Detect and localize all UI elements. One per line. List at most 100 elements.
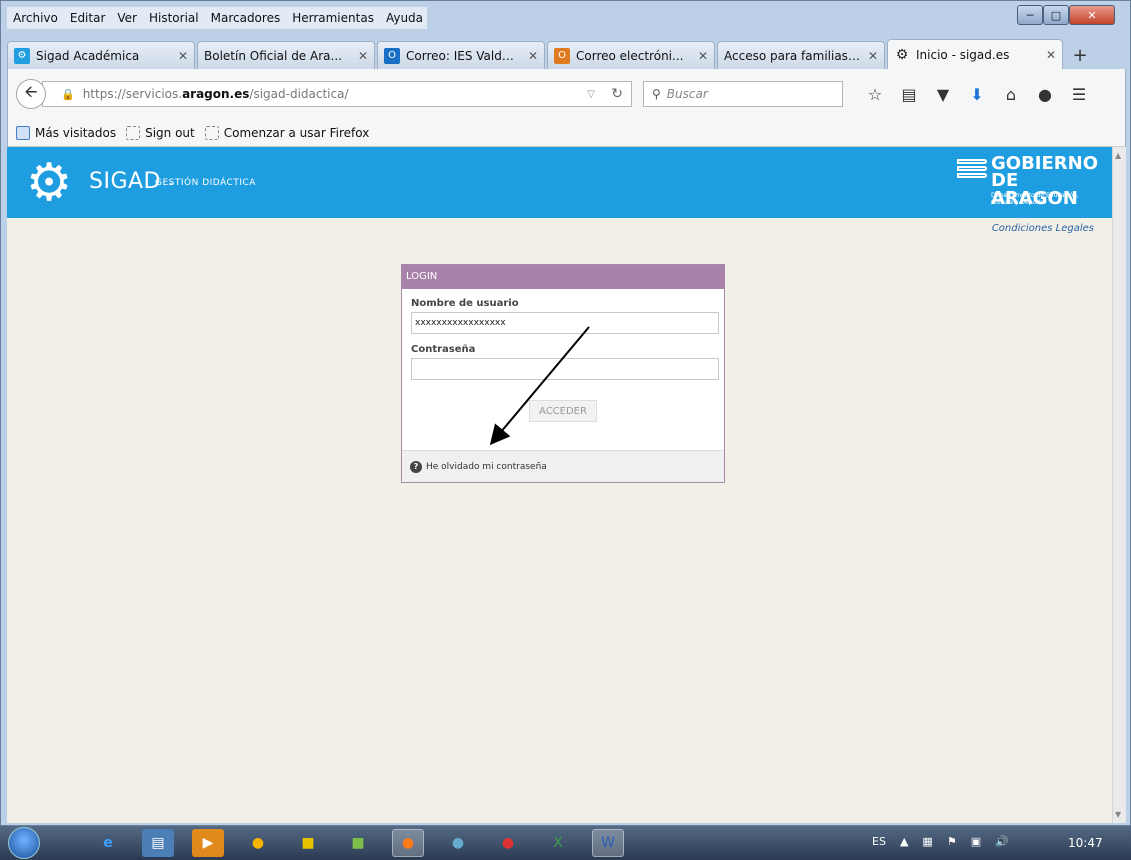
scroll-down-icon[interactable]: ▼ xyxy=(1115,810,1121,819)
menu-historial[interactable]: Historial xyxy=(143,11,205,25)
tab-boletin-oficial[interactable]: Boletín Oficial de Ara... ✕ xyxy=(197,41,375,69)
aragon-stripes-icon xyxy=(957,159,987,187)
url-bar[interactable]: 🔒 https://servicios. aragon.es/sigad-dida… xyxy=(42,81,632,107)
bookmark-folder-icon xyxy=(16,125,30,140)
close-tab-icon[interactable]: ✕ xyxy=(698,49,708,63)
sigad-logo-gear-icon: ⚙ xyxy=(25,153,73,213)
language-indicator[interactable]: ES xyxy=(872,835,886,848)
tab-label: Acceso para familias ... xyxy=(724,48,860,63)
tab-label: Correo electróni... xyxy=(576,48,684,63)
app2-icon[interactable]: ■ xyxy=(342,829,374,857)
network-icon[interactable]: ▣ xyxy=(971,835,981,848)
site-subtitle: GESTIÓN DIDÁCTICA xyxy=(155,178,256,188)
gear-icon: ⚙ xyxy=(895,46,909,63)
close-tab-icon[interactable]: ✕ xyxy=(868,49,878,63)
tab-acceso-familias[interactable]: Acceso para familias ... ✕ xyxy=(717,41,885,69)
chrome-icon[interactable]: ● xyxy=(242,829,274,857)
internet-explorer-icon[interactable]: e xyxy=(92,829,124,857)
firefox-icon[interactable]: ● xyxy=(392,829,424,857)
brand-name: SIGAD xyxy=(89,169,161,194)
bookmark-label: Más visitados xyxy=(35,125,117,140)
system-tray: ES ▲ ▦ ⚑ ▣ 🔊 xyxy=(872,835,1009,848)
gear-icon: ⚙ xyxy=(14,47,30,64)
excel-icon[interactable]: X xyxy=(542,829,574,857)
site-header: ⚙ SIGAD - GESTIÓN DIDÁCTICA GOBIERNO DE … xyxy=(7,147,1112,218)
menu-marcadores[interactable]: Marcadores xyxy=(205,11,287,25)
search-icon: ⚲ xyxy=(652,87,661,101)
close-tab-icon[interactable]: ✕ xyxy=(358,49,368,63)
tab-label: Correo: IES Valde... xyxy=(406,48,520,63)
tab-inicio-sigad[interactable]: ⚙ Inicio - sigad.es ✕ xyxy=(887,39,1063,69)
bookmark-label: Sign out xyxy=(145,125,195,140)
show-hidden-icons-icon[interactable]: ▲ xyxy=(900,835,908,848)
back-button[interactable]: 🡨 xyxy=(16,79,46,109)
tab-sigad-academica[interactable]: ⚙ Sigad Académica ✕ xyxy=(7,41,195,69)
app-icon[interactable]: ■ xyxy=(292,829,324,857)
tab-correo-electronico[interactable]: O Correo electróni... ✕ xyxy=(547,41,715,69)
url-host: aragon.es xyxy=(182,87,250,101)
windows-taskbar: e ▤ ▶ ● ■ ■ ● ● ● X W ES ▲ ▦ ⚑ ▣ 🔊 10:47 xyxy=(0,826,1131,860)
reading-list-icon[interactable]: ▤ xyxy=(892,83,926,105)
menu-archivo[interactable]: Archivo xyxy=(7,11,64,25)
close-tab-icon[interactable]: ✕ xyxy=(528,49,538,63)
menu-ayuda[interactable]: Ayuda xyxy=(380,11,429,25)
chat-icon[interactable]: ● xyxy=(1028,83,1062,105)
help-icon: ? xyxy=(410,460,422,473)
page-icon xyxy=(204,125,219,140)
scroll-up-icon[interactable]: ▲ xyxy=(1115,151,1121,160)
bookmark-mas-visitados[interactable]: Más visitados xyxy=(16,125,117,140)
tab-correo-ies[interactable]: O Correo: IES Valde... ✕ xyxy=(377,41,545,69)
toolbar-icons: ☆ ▤ ▼ ⬇ ⌂ ● ☰ xyxy=(858,83,1096,105)
tab-label: Sigad Académica xyxy=(36,48,140,63)
menu-herramientas[interactable]: Herramientas xyxy=(286,11,380,25)
menu-icon[interactable]: ☰ xyxy=(1062,83,1096,105)
close-tab-icon[interactable]: ✕ xyxy=(1046,48,1056,62)
navigation-bar: 🔒 https://servicios. aragon.es/sigad-dida… xyxy=(7,69,1126,119)
tab-label: Inicio - sigad.es xyxy=(916,47,1010,62)
file-explorer-icon[interactable]: ▤ xyxy=(142,829,174,857)
bookmark-comenzar-firefox[interactable]: Comenzar a usar Firefox xyxy=(204,125,370,140)
page-scrollbar[interactable]: ▲ ▼ xyxy=(1112,147,1126,823)
menu-editar[interactable]: Editar xyxy=(64,11,112,25)
page-content: ⚙ SIGAD - GESTIÓN DIDÁCTICA GOBIERNO DE … xyxy=(7,147,1112,823)
media-player-icon[interactable]: ▶ xyxy=(192,829,224,857)
system-clock[interactable]: 10:47 xyxy=(1068,836,1103,850)
action-center-flag-icon[interactable]: ⚑ xyxy=(947,835,957,848)
app3-icon[interactable]: ● xyxy=(442,829,474,857)
bookmark-star-icon[interactable]: ☆ xyxy=(858,83,892,105)
search-input[interactable]: ⚲ Buscar xyxy=(643,81,843,107)
volume-icon[interactable]: 🔊 xyxy=(995,835,1009,848)
pocket-icon[interactable]: ▼ xyxy=(926,83,960,105)
browser-window: Archivo Editar Ver Historial Marcadores … xyxy=(0,0,1131,826)
menu-bar: Archivo Editar Ver Historial Marcadores … xyxy=(7,7,427,29)
annotation-arrow xyxy=(489,326,590,446)
close-tab-icon[interactable]: ✕ xyxy=(178,49,188,63)
home-icon[interactable]: ⌂ xyxy=(994,83,1028,105)
legal-conditions-link[interactable]: Condiciones Legales xyxy=(992,223,1094,234)
bookmark-label: Comenzar a usar Firefox xyxy=(223,125,370,140)
mail-icon: O xyxy=(554,47,570,64)
minimize-button[interactable]: ─ xyxy=(1017,5,1043,25)
outlook-icon: O xyxy=(384,47,400,64)
tab-label: Boletín Oficial de Ara... xyxy=(204,48,342,63)
start-button[interactable] xyxy=(8,827,40,859)
url-prefix: https://servicios. xyxy=(82,87,183,101)
windows-icon[interactable]: ▦ xyxy=(922,835,932,848)
maximize-button[interactable]: □ xyxy=(1043,5,1069,25)
downloads-icon[interactable]: ⬇ xyxy=(960,83,994,105)
menu-ver[interactable]: Ver xyxy=(111,11,143,25)
close-window-button[interactable]: ✕ xyxy=(1069,5,1115,25)
bookmarks-bar: Más visitados Sign out Comenzar a usar F… xyxy=(7,119,1126,147)
app4-icon[interactable]: ● xyxy=(492,829,524,857)
gov-department: Departamento de Educación, Cultura y Dep… xyxy=(991,192,1079,206)
bookmark-sign-out[interactable]: Sign out xyxy=(126,125,195,140)
tab-strip: ⚙ Sigad Académica ✕ Boletín Oficial de A… xyxy=(7,39,1126,69)
word-icon[interactable]: W xyxy=(592,829,624,857)
search-placeholder: Buscar xyxy=(666,87,708,101)
new-tab-button[interactable]: + xyxy=(1065,41,1095,69)
login-title: LOGIN xyxy=(402,265,724,289)
url-path: /sigad-didactica/ xyxy=(249,87,349,101)
password-label: Contraseña xyxy=(411,344,476,355)
reload-icon[interactable]: ↻ xyxy=(611,86,623,102)
history-dropdown-icon[interactable]: ▽ xyxy=(587,89,595,100)
